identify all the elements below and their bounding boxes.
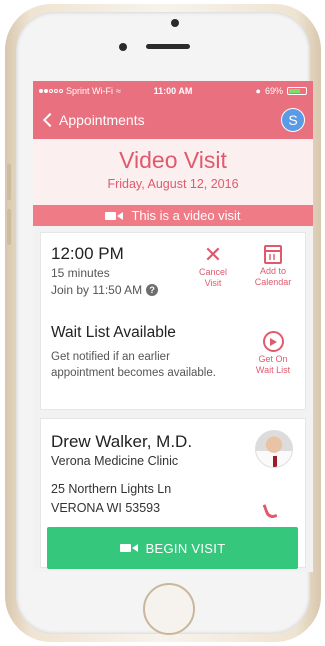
- volume-down-button: [7, 209, 11, 245]
- camera-lens: [171, 19, 179, 27]
- provider-name: Drew Walker, M.D.: [51, 432, 193, 451]
- nav-bar: Appointments S: [33, 101, 313, 139]
- cancel-label-line2: Visit: [204, 278, 222, 288]
- battery-percent: 69%: [264, 86, 283, 96]
- app-screen: Sprint Wi-Fi ≈ 11:00 AM ● 69% Appointmen…: [33, 81, 313, 572]
- back-label: Appointments: [59, 112, 145, 128]
- front-sensor: [119, 43, 127, 51]
- address-line2: VERONA WI 53593: [51, 501, 161, 515]
- video-camera-icon: [105, 211, 124, 220]
- calendar-label-line2: Calendar: [254, 277, 292, 287]
- volume-up-button: [7, 164, 11, 200]
- battery-icon: [287, 87, 307, 95]
- appointment-card: 12:00 PM 15 minutes Join by 11:50 AM ? ✕…: [40, 232, 306, 410]
- provider-photo: [255, 430, 293, 468]
- calendar-icon: [264, 245, 282, 264]
- begin-visit-button[interactable]: BEGIN VISIT: [47, 527, 298, 569]
- wait-list-action-line1: Get On: [258, 354, 288, 364]
- begin-visit-label: BEGIN VISIT: [145, 540, 226, 556]
- back-button[interactable]: Appointments: [41, 112, 145, 128]
- chevron-left-icon: [42, 112, 58, 128]
- calendar-label-line1: Add to: [259, 266, 287, 276]
- visit-date: Friday, August 12, 2016: [107, 177, 239, 191]
- visit-header: Video Visit Friday, August 12, 2016: [33, 139, 313, 205]
- user-avatar[interactable]: S: [281, 108, 305, 132]
- banner-text: This is a video visit: [131, 208, 241, 223]
- cancel-visit-button[interactable]: ✕ Cancel Visit: [191, 242, 235, 289]
- home-button[interactable]: [143, 583, 195, 635]
- join-by-text: Join by 11:50 AM: [51, 283, 143, 297]
- appointment-duration: 15 minutes: [51, 266, 110, 280]
- page-title: Video Visit: [119, 147, 227, 173]
- help-icon[interactable]: ?: [146, 284, 159, 296]
- wait-list-title: Wait List Available: [51, 324, 176, 341]
- phone-icon[interactable]: [262, 501, 278, 521]
- add-to-calendar-button[interactable]: Add to Calendar: [247, 245, 299, 288]
- clinic-name: Verona Medicine Clinic: [51, 454, 179, 468]
- appointment-time: 12:00 PM: [51, 244, 124, 263]
- get-on-wait-list-button[interactable]: Get On Wait List: [247, 331, 299, 376]
- alarm-clock-icon: [262, 331, 284, 352]
- join-by-info: Join by 11:50 AM ?: [51, 283, 159, 297]
- address-line1: 25 Northern Lights Ln: [51, 482, 172, 496]
- earpiece-speaker: [146, 44, 190, 49]
- wait-list-description: Get notified if an earlier appointment b…: [51, 351, 216, 379]
- close-icon: ✕: [203, 242, 223, 267]
- status-bar: Sprint Wi-Fi ≈ 11:00 AM ● 69%: [33, 81, 313, 101]
- video-camera-icon: [119, 544, 138, 552]
- cancel-label-line1: Cancel: [198, 267, 227, 277]
- wait-list-action-line2: Wait List: [255, 365, 291, 375]
- status-right: ● 69%: [256, 86, 307, 96]
- alarm-icon: ●: [255, 86, 261, 96]
- video-visit-banner: This is a video visit: [33, 205, 313, 226]
